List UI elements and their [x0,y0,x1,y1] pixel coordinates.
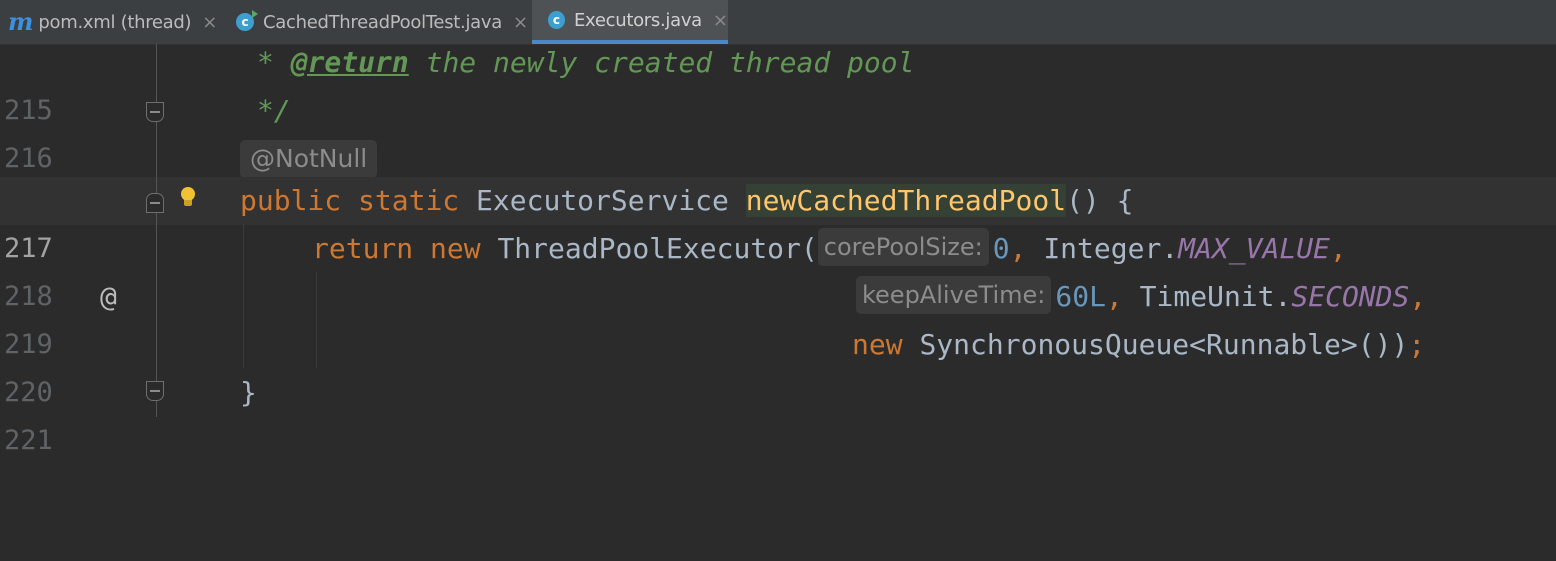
tab-executors-java[interactable]: c Executors.java × [532,0,728,44]
tab-cachedthreadpooltest[interactable]: c CachedThreadPoolTest.java × [236,0,528,44]
close-icon[interactable]: × [202,12,217,33]
numeric-literal: 0 [992,232,1010,265]
semicolon: ; [1408,328,1426,361]
fold-start-icon[interactable] [146,193,164,213]
annotation-inlay-row: @NotNull [0,135,1556,181]
code-editor[interactable]: 215 * @return the newly created thread p… [0,44,1556,456]
javadoc-tag: @return [290,46,409,79]
constructor-expression: SynchronousQueue<Runnable>()) [919,328,1409,361]
signature-tail: () { [1066,184,1134,217]
closing-brace: } [240,376,257,409]
indent-guide [243,224,244,368]
keyword-return: return [312,232,414,265]
parameter-hint: corePoolSize: [817,228,989,266]
parameter-hint: keepAliveTime: [856,276,1052,314]
line-number: 221 [4,425,53,456]
keyword-new: new [852,328,903,361]
fold-end-icon[interactable] [146,381,164,401]
keyword-new: new [430,232,481,265]
comment-text: the newly created thread pool [408,46,915,79]
return-type: ExecutorService [476,184,729,217]
code-line-218: 218 return new ThreadPoolExecutor(corePo… [0,225,1556,312]
annotation-hint: @NotNull [240,140,378,178]
lightbulb-icon[interactable] [180,187,196,209]
constant-reference: SECONDS [1291,280,1410,313]
code-line-215: 215 * @return the newly created thread p… [0,39,1556,126]
code-line-217: 217 @ public static ExecutorService newC… [0,177,1556,313]
close-icon[interactable]: × [513,12,528,33]
keyword-public: public [240,184,342,217]
code-line-220: 220 new SynchronousQueue<Runnable>()); [0,321,1556,408]
code-line-219: 219 keepAliveTime: 60L, TimeUnit.SECONDS, [0,273,1556,360]
indent-guide [316,272,317,368]
tab-pom-xml[interactable]: m pom.xml (thread) × [8,0,217,44]
tab-label: Executors.java [573,9,702,31]
constructor-call: ThreadPoolExecutor( [497,232,818,265]
fold-end-icon[interactable] [146,102,164,122]
trailing-comma: , [1329,232,1347,265]
tab-label: pom.xml (thread) [38,11,192,33]
code-line-216: 216 */ [0,87,1556,174]
comment-end: */ [257,94,291,127]
keyword-static: static [358,184,460,217]
comma: , [1105,280,1140,313]
code-line-221: 221 } [0,369,1556,456]
type-reference: Integer. [1043,232,1179,265]
trailing-comma: , [1409,280,1427,313]
constant-reference: MAX_VALUE [1178,232,1330,265]
type-reference: TimeUnit. [1139,280,1292,313]
tab-label: CachedThreadPoolTest.java [263,11,502,33]
maven-icon: m [8,7,34,36]
java-class-run-icon: c [236,10,258,31]
method-name: newCachedThreadPool [745,184,1067,217]
gutter-separator [156,44,157,417]
comment-star: * [257,46,291,79]
comma: , [1009,232,1044,265]
close-icon[interactable]: × [713,10,728,31]
java-class-icon: c [548,11,565,29]
numeric-literal: 60L [1055,280,1106,313]
